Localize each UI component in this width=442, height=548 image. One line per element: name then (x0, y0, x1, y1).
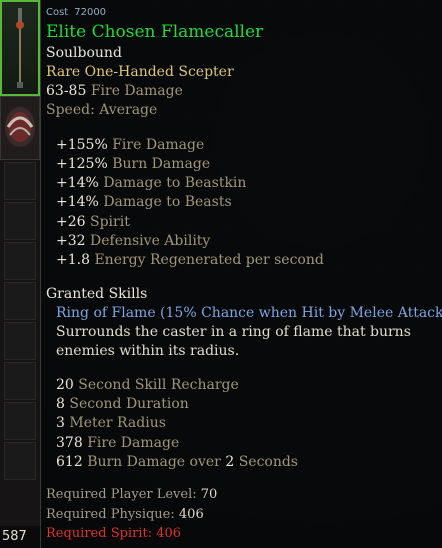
inventory-slot-armor[interactable] (0, 96, 40, 160)
item-tooltip: Cost 72000 Elite Chosen Flamecaller Soulb… (40, 0, 442, 548)
skill-stat-label: Second Skill Recharge (78, 376, 239, 393)
skill-stat-line: 8 Second Duration (56, 395, 442, 414)
game-screen: 587 Cost 72000 Elite Chosen Flamecaller S… (0, 0, 442, 548)
skill-stat-label: Fire Damage (87, 434, 180, 451)
modifier-value: +155% (56, 136, 108, 153)
modifier-label: Burn Damage (112, 155, 211, 172)
skill-stat-value: 378 (56, 434, 83, 451)
requirement-value: 406 (156, 526, 182, 542)
inventory-slot[interactable] (4, 282, 36, 320)
modifier-line: +155% Fire Damage (56, 136, 442, 155)
inventory-slot[interactable] (4, 362, 36, 400)
inventory-slot[interactable] (4, 242, 36, 280)
modifier-line: +32 Defensive Ability (56, 232, 442, 251)
stack-count-label: 587 (0, 526, 40, 548)
skill-stat-label: Second Duration (69, 395, 189, 412)
modifier-label: Fire Damage (112, 136, 205, 153)
modifier-label: Spirit (90, 213, 130, 230)
requirement-label: Required Player Level: (46, 487, 197, 503)
modifier-value: +125% (56, 155, 108, 172)
stat-label: Fire Damage (90, 83, 183, 99)
requirement-label: Required Physique: (46, 506, 175, 522)
granted-skill-stats: 20 Second Skill Recharge 8 Second Durati… (46, 376, 442, 472)
skill-stat-unit: Seconds (238, 453, 298, 470)
requirement-value: 70 (200, 487, 218, 503)
skill-stat-value: 20 (56, 376, 74, 393)
inventory-slot-scepter[interactable] (0, 0, 40, 96)
granted-skill-name: Ring of Flame (15% Chance when Hit by Me… (56, 304, 442, 321)
modifier-value: +1.8 (56, 252, 90, 269)
shoulder-armor-item-icon (5, 107, 35, 147)
cost-value: 72000 (74, 7, 107, 18)
stat-value: 63-85 (46, 83, 87, 99)
item-type: Rare One-Handed Scepter (46, 64, 234, 80)
inventory-slot[interactable] (4, 322, 36, 360)
skill-stat-line: 378 Fire Damage (56, 434, 442, 453)
granted-skills-title: Granted Skills (46, 285, 148, 302)
modifier-value: +32 (56, 233, 86, 250)
requirement-spirit-unmet: Required Spirit: 406 (46, 524, 442, 544)
modifier-value: +14% (56, 194, 99, 211)
modifier-line: +125% Burn Damage (56, 155, 442, 174)
inventory-slot[interactable] (4, 402, 36, 440)
base-stats: 63-85 Fire Damage Speed: Average (46, 82, 442, 121)
skill-stat-value: 8 (56, 395, 65, 412)
skill-stat-line: 20 Second Skill Recharge (56, 376, 442, 395)
inventory-column: 587 (0, 0, 41, 548)
requirement-label: Required Spirit: (46, 526, 153, 542)
stat-value: Average (99, 102, 158, 119)
inventory-slot[interactable] (4, 202, 36, 240)
modifier-value: +14% (56, 175, 99, 192)
inventory-slot[interactable] (4, 162, 36, 200)
cost-label: Cost (46, 7, 69, 18)
modifier-line: +26 Spirit (56, 213, 442, 232)
modifier-label: Damage to Beasts (103, 194, 232, 211)
modifier-line: +14% Damage to Beasts (56, 193, 442, 212)
item-modifiers: +155% Fire Damage +125% Burn Damage +14%… (46, 136, 442, 271)
base-stat-line: 63-85 Fire Damage (46, 82, 442, 101)
item-binding: Soulbound (46, 45, 122, 61)
skill-stat-line: 3 Meter Radius (56, 414, 442, 433)
modifier-label: Damage to Beastkin (103, 175, 247, 192)
item-name: Elite Chosen Flamecaller (46, 22, 264, 42)
requirement-physique: Required Physique: 406 (46, 505, 442, 525)
skill-stat-label: Meter Radius (69, 415, 166, 432)
modifier-line: +1.8 Energy Regenerated per second (56, 251, 442, 270)
granted-skill-description: Surrounds the caster in a ring of flame … (56, 323, 411, 359)
item-requirements: Required Player Level: 70 Required Physi… (46, 485, 442, 544)
modifier-line: +14% Damage to Beastkin (56, 174, 442, 193)
modifier-label: Energy Regenerated per second (94, 252, 324, 269)
item-cost: Cost 72000 (46, 7, 442, 19)
requirement-level: Required Player Level: 70 (46, 485, 442, 505)
modifier-value: +26 (56, 213, 86, 230)
requirement-value: 406 (178, 506, 204, 522)
skill-stat-label: Burn Damage over (87, 453, 221, 470)
modifier-label: Defensive Ability (90, 233, 211, 250)
base-stat-line: Speed: Average (46, 101, 442, 120)
skill-stat-value: 612 (56, 453, 83, 470)
inventory-slot[interactable] (4, 442, 36, 480)
scepter-item-icon (16, 8, 24, 88)
skill-stat-value: 3 (56, 415, 65, 432)
stat-label: Speed: (46, 102, 95, 119)
skill-stat-duration: 2 (225, 453, 235, 470)
skill-stat-line: 612 Burn Damage over 2 Seconds (56, 453, 442, 472)
